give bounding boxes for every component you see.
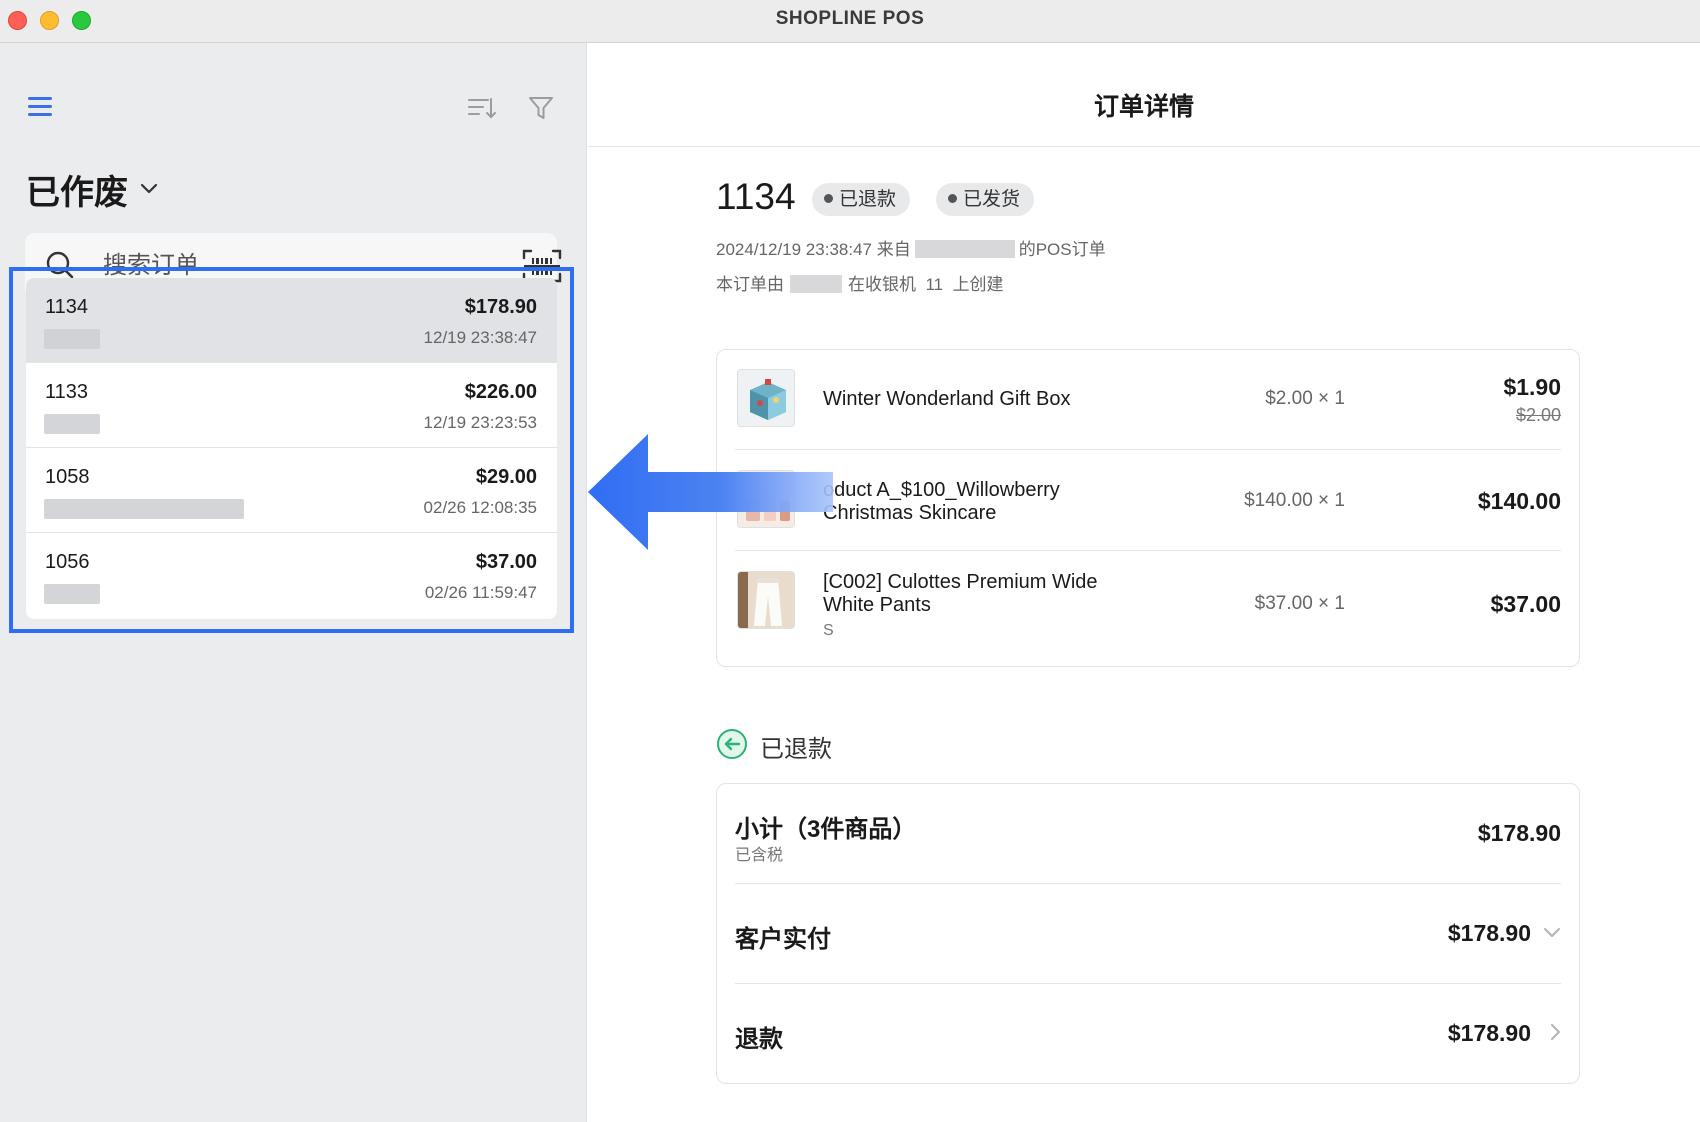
subtotal-row: 小计（3件商品） 已含税 $178.90 (735, 784, 1561, 884)
order-time: 12/19 23:38:47 (423, 328, 537, 347)
filter-icon[interactable] (526, 93, 556, 123)
product-unit-qty: $140.00 × 1 (1244, 490, 1345, 511)
order-list-item[interactable]: 1134 $178.90 12/19 23:38:47 (26, 278, 557, 363)
refund-value: $178.90 (1447, 1020, 1531, 1046)
order-status-label: 已作废 (26, 173, 128, 212)
order-amount: $178.90 (464, 296, 537, 318)
redacted-store (914, 240, 1015, 258)
product-name: [C002] Culottes Premium Wide White Pants (823, 571, 1098, 616)
order-number: 1056 (45, 551, 90, 573)
chevron-right-icon[interactable] (1549, 1022, 1561, 1047)
customer-paid-label: 客户实付 (735, 926, 831, 953)
product-total: $140.00 (1477, 488, 1561, 514)
order-title-number: 1134 (716, 176, 796, 217)
order-source-line: 2024/12/19 23:38:47 来自 的POS订单 (716, 240, 1106, 259)
tax-included-note: 已含税 (735, 847, 784, 864)
line-item[interactable]: oduct A_$100_Willowberry Christmas Skinca… (735, 450, 1561, 551)
refund-status: 已退款 (716, 728, 832, 764)
chevron-down-icon[interactable] (1543, 926, 1561, 944)
order-number: 1058 (45, 466, 90, 488)
refund-label: 退款 (735, 1026, 783, 1053)
sort-icon[interactable] (466, 93, 498, 123)
subtotal-value: $178.90 (1477, 820, 1561, 846)
product-name: Winter Wonderland Gift Box (823, 388, 1071, 410)
payment-summary-card: 小计（3件商品） 已含税 $178.90 客户实付 $178.90 退款 $17… (716, 783, 1580, 1084)
detail-header: 订单详情 (588, 43, 1700, 147)
redacted-customer (44, 329, 100, 349)
product-original-price: $2.00 (1515, 405, 1561, 425)
order-number: 1133 (45, 381, 89, 403)
redacted-customer (44, 414, 100, 434)
status-dot-icon (824, 194, 833, 203)
line-item[interactable]: Winter Wonderland Gift Box $2.00 × 1 $1.… (735, 350, 1561, 450)
order-list-item[interactable]: 1056 $37.00 02/26 11:59:47 (26, 533, 557, 618)
order-amount: $29.00 (475, 466, 537, 488)
subtotal-label: 小计（3件商品） (735, 816, 917, 843)
order-number: 1134 (45, 296, 89, 318)
order-time: 12/19 23:23:53 (423, 413, 537, 432)
order-creator-line: 本订单由 在收银机 11 上创建 (716, 275, 1004, 294)
redacted-staff (790, 275, 842, 293)
order-amount: $226.00 (464, 381, 537, 403)
customer-paid-value: $178.90 (1447, 920, 1531, 946)
window-title: SHOPLINE POS (775, 8, 925, 29)
refund-row[interactable]: 退款 $178.90 (735, 984, 1561, 1083)
chevron-down-icon (140, 182, 158, 200)
hamburger-menu-icon[interactable] (26, 95, 54, 119)
back-arrow-icon (716, 728, 748, 765)
product-unit-qty: $37.00 × 1 (1254, 593, 1345, 614)
customer-paid-row[interactable]: 客户实付 $178.90 (735, 884, 1561, 984)
order-list-item[interactable]: 1133 $226.00 12/19 23:23:53 (26, 363, 557, 448)
status-dot-icon (948, 194, 957, 203)
page-title: 订单详情 (1093, 93, 1194, 121)
line-item[interactable]: [C002] Culottes Premium Wide White Pants … (735, 551, 1561, 666)
annotation-arrow-icon (588, 434, 833, 550)
order-amount: $37.00 (475, 551, 537, 573)
status-badge: 已退款 (812, 183, 911, 216)
product-name: oduct A_$100_Willowberry Christmas Skinca… (823, 479, 1060, 524)
order-time: 02/26 12:08:35 (423, 498, 537, 517)
redacted-customer (44, 584, 100, 604)
order-list-item[interactable]: 1058 $29.00 02/26 12:08:35 (26, 448, 557, 533)
line-items-card: Winter Wonderland Gift Box $2.00 × 1 $1.… (716, 349, 1580, 667)
product-total: $1.90 (1503, 374, 1561, 400)
order-time: 02/26 11:59:47 (424, 583, 537, 602)
product-unit-qty: $2.00 × 1 (1265, 388, 1345, 409)
refund-status-label: 已退款 (760, 735, 832, 763)
product-thumbnail (737, 369, 795, 427)
order-list: 1134 $178.90 12/19 23:38:47 1133 $226.00… (26, 278, 557, 619)
product-total: $37.00 (1490, 591, 1561, 617)
order-status-dropdown[interactable]: 已作废 (26, 166, 158, 212)
redacted-customer (44, 499, 244, 519)
window-titlebar: SHOPLINE POS (0, 0, 1700, 43)
product-thumbnail (737, 571, 795, 629)
product-variant: S (823, 622, 834, 639)
status-badge: 已发货 (936, 183, 1035, 216)
